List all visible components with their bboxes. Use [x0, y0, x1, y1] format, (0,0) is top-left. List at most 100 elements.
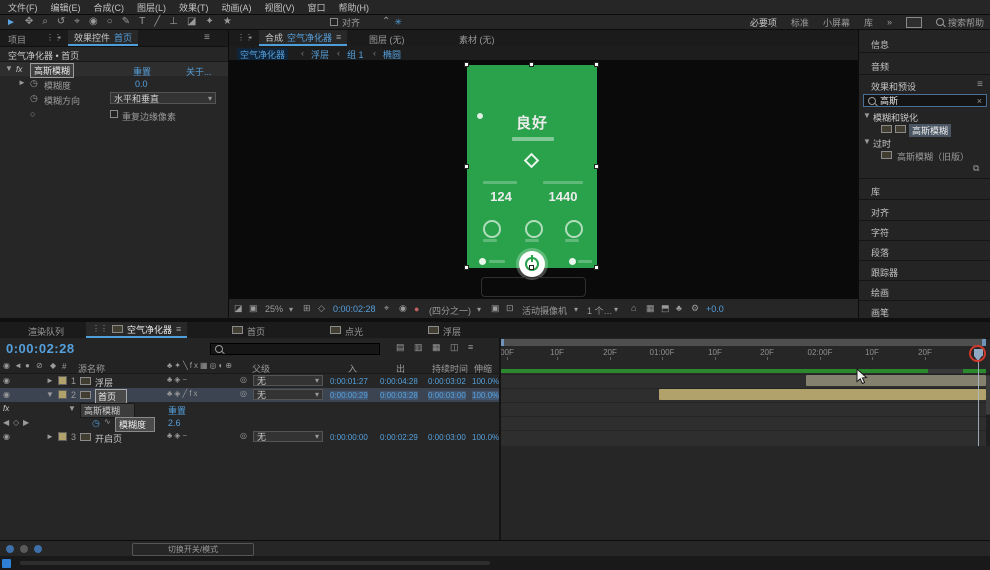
chevron-down-icon[interactable]: ▾ [574, 305, 578, 314]
tab-effect-controls[interactable]: 效果控件 首页 [68, 30, 139, 46]
tab-timeline-home[interactable]: 首页 [247, 325, 265, 338]
show-snapshot-icon[interactable]: ◉ [399, 304, 407, 313]
selection-handle[interactable] [529, 62, 534, 67]
stopwatch-icon[interactable]: ◷ [30, 93, 38, 104]
selection-handle[interactable] [464, 265, 469, 270]
parent-select[interactable]: 无 ▾ [253, 431, 323, 442]
add-keyframe-icon[interactable]: ◇ [13, 419, 19, 427]
blur-direction-select[interactable]: 水平和垂直 ▾ [110, 92, 216, 104]
group-expander-icon[interactable]: ▼ [863, 112, 871, 120]
chevron-down-icon[interactable]: ▾ [289, 305, 293, 314]
snap-checkbox[interactable] [330, 18, 338, 26]
workspace-tab-essentials[interactable]: 必要项 [750, 16, 777, 29]
view-layout-value[interactable]: 1 个… [587, 304, 613, 317]
expand-layers-icon[interactable] [6, 545, 14, 553]
menu-item-window[interactable]: 窗口 [308, 1, 326, 14]
stopwatch-icon[interactable]: ◷ [92, 418, 100, 429]
workspace-tab-standard[interactable]: 标准 [791, 16, 809, 29]
menu-item-file[interactable]: 文件(F) [8, 1, 38, 14]
next-keyframe-icon[interactable]: ▶ [23, 419, 29, 427]
shared-project-icon[interactable]: ⌃ [382, 17, 390, 27]
panel-menu-icon[interactable]: ≡ [204, 33, 210, 43]
tab-timeline-floating[interactable]: 浮层 [443, 325, 461, 338]
timeline-ruler[interactable]: 00F 10F 20F 01:00F 10F 20F 02:00F 10F 20… [500, 338, 986, 360]
effect-item-gaussian-blur[interactable]: 高斯模糊 [909, 124, 952, 137]
menu-item-edit[interactable]: 编辑(E) [51, 1, 81, 14]
mask-toggle-icon[interactable]: ◇ [318, 304, 325, 313]
brush-tool-icon[interactable]: ╱ [154, 17, 160, 27]
selection-handle[interactable] [464, 62, 469, 67]
label-color-swatch[interactable] [58, 432, 67, 441]
work-area-end-handle[interactable] [982, 339, 986, 346]
parent-pickwhip-icon[interactable]: ◎ [240, 390, 247, 398]
layer-switches-icons[interactable]: ♣◈╱fx [167, 390, 199, 398]
pan-behind-tool-icon[interactable]: ◉ [89, 17, 98, 27]
panel-libraries[interactable]: 库 [871, 185, 880, 198]
panel-paragraph[interactable]: 段落 [871, 246, 889, 259]
zoom-tool-icon[interactable]: ⌕ [42, 17, 48, 27]
layer-row-2[interactable]: ◉ ▼ 2 首页 ♣◈╱fx ◎ 无 ▾ 0:00:00:29 0:00:03:… [0, 388, 500, 404]
group-expander-icon[interactable]: ▼ [863, 138, 871, 146]
panel-menu-icon[interactable]: ≡ [336, 32, 341, 42]
chevron-down-icon[interactable]: ▾ [614, 305, 618, 314]
effect-header-row[interactable]: ▼ fx 高斯模糊 重置 关于... [0, 62, 228, 78]
comp-mini-flowchart-icon[interactable]: ▤ [396, 343, 405, 352]
in-value[interactable]: 0:00:00:29 [330, 391, 368, 400]
type-tool-icon[interactable]: T [139, 17, 145, 27]
out-value[interactable]: 0:00:03:28 [380, 391, 418, 400]
property-value[interactable]: 2.6 [168, 418, 181, 428]
effect-expander-icon[interactable]: ▼ [5, 65, 13, 73]
panel-menu-icon[interactable]: ≡ [977, 80, 983, 90]
toggle-switches-button[interactable]: 切换开关/模式 [132, 543, 254, 556]
menu-item-view[interactable]: 视图(V) [265, 1, 295, 14]
puppet-pin-tool-icon[interactable]: ★ [223, 17, 232, 27]
frame-blend-icon[interactable]: ◫ [450, 343, 459, 352]
snapshot-icon[interactable]: ⌖ [384, 304, 389, 313]
workspace-tab-libraries[interactable]: 库 [864, 16, 873, 29]
prev-keyframe-icon[interactable]: ◀ [3, 419, 9, 427]
panel-lock-icon[interactable]: ▪ [58, 34, 61, 42]
roto-brush-tool-icon[interactable]: ✦ [205, 17, 213, 27]
fast-previews-icon[interactable]: ▦ [646, 304, 655, 313]
menu-item-help[interactable]: 帮助(H) [339, 1, 370, 14]
layer-row-3[interactable]: ◉ ► 3 开启页 ♣◈− ◎ 无 ▾ 0:00:00:00 0:00:02:2… [0, 430, 500, 444]
menu-item-composition[interactable]: 合成(C) [94, 1, 125, 14]
exposure-gear-icon[interactable]: ⚙ [691, 304, 699, 313]
region-of-interest-icon[interactable]: ▣ [491, 304, 500, 313]
rotation-tool-icon[interactable]: ↺ [57, 17, 65, 27]
eye-icon[interactable]: ◉ [3, 377, 10, 385]
out-value[interactable]: 0:00:04:28 [380, 377, 418, 386]
hand-tool-icon[interactable]: ✥ [25, 17, 33, 27]
flowchart-button-icon[interactable]: ♣ [676, 304, 682, 313]
workspace-tab-small-screen[interactable]: 小屏幕 [823, 16, 850, 29]
channels-icon[interactable]: ● [414, 304, 419, 314]
search-help-icon[interactable] [935, 18, 944, 26]
new-animation-icon[interactable]: ⧉ [973, 164, 979, 173]
menu-item-effect[interactable]: 效果(T) [179, 1, 209, 14]
camera-tool-icon[interactable]: ⌖ [74, 17, 80, 27]
out-value[interactable]: 0:00:02:29 [380, 433, 418, 442]
property-row[interactable]: ◀ ◇ ▶ ◷ ∿ 模糊度 2.6 [0, 416, 500, 432]
eye-icon[interactable]: ◉ [3, 433, 10, 441]
menu-item-animation[interactable]: 动画(A) [222, 1, 252, 14]
eraser-tool-icon[interactable]: ◪ [187, 17, 196, 27]
layer-row-1[interactable]: ◉ ► 1 浮层 ♣◈− ◎ 无 ▾ 0:00:01:27 0:00:04:28… [0, 374, 500, 388]
panel-info[interactable]: 信息 [871, 38, 889, 51]
label-color-swatch[interactable] [58, 376, 67, 385]
zoom-level-value[interactable]: 25% [265, 304, 283, 314]
selection-handle[interactable] [594, 164, 599, 169]
parent-select[interactable]: 无 ▾ [253, 375, 323, 386]
layer-bar-2[interactable] [659, 389, 986, 400]
timeline-splitter[interactable] [499, 338, 501, 540]
panel-menu-icon[interactable]: ≡ [176, 324, 181, 334]
chevron-down-icon[interactable]: ▾ [477, 305, 481, 314]
selection-handle[interactable] [594, 62, 599, 67]
parent-pickwhip-icon[interactable]: ◎ [240, 432, 247, 440]
expander-icon[interactable]: ► [46, 433, 54, 441]
effect-item-gaussian-legacy[interactable]: 高斯模糊（旧版） [897, 150, 969, 163]
property-expander-icon[interactable]: ► [18, 79, 26, 87]
clear-search-icon[interactable]: × [977, 96, 982, 106]
panel-tracker[interactable]: 跟踪器 [871, 266, 898, 279]
panel-align[interactable]: 对齐 [871, 206, 889, 219]
search-help-label[interactable]: 搜索帮助 [948, 16, 984, 29]
